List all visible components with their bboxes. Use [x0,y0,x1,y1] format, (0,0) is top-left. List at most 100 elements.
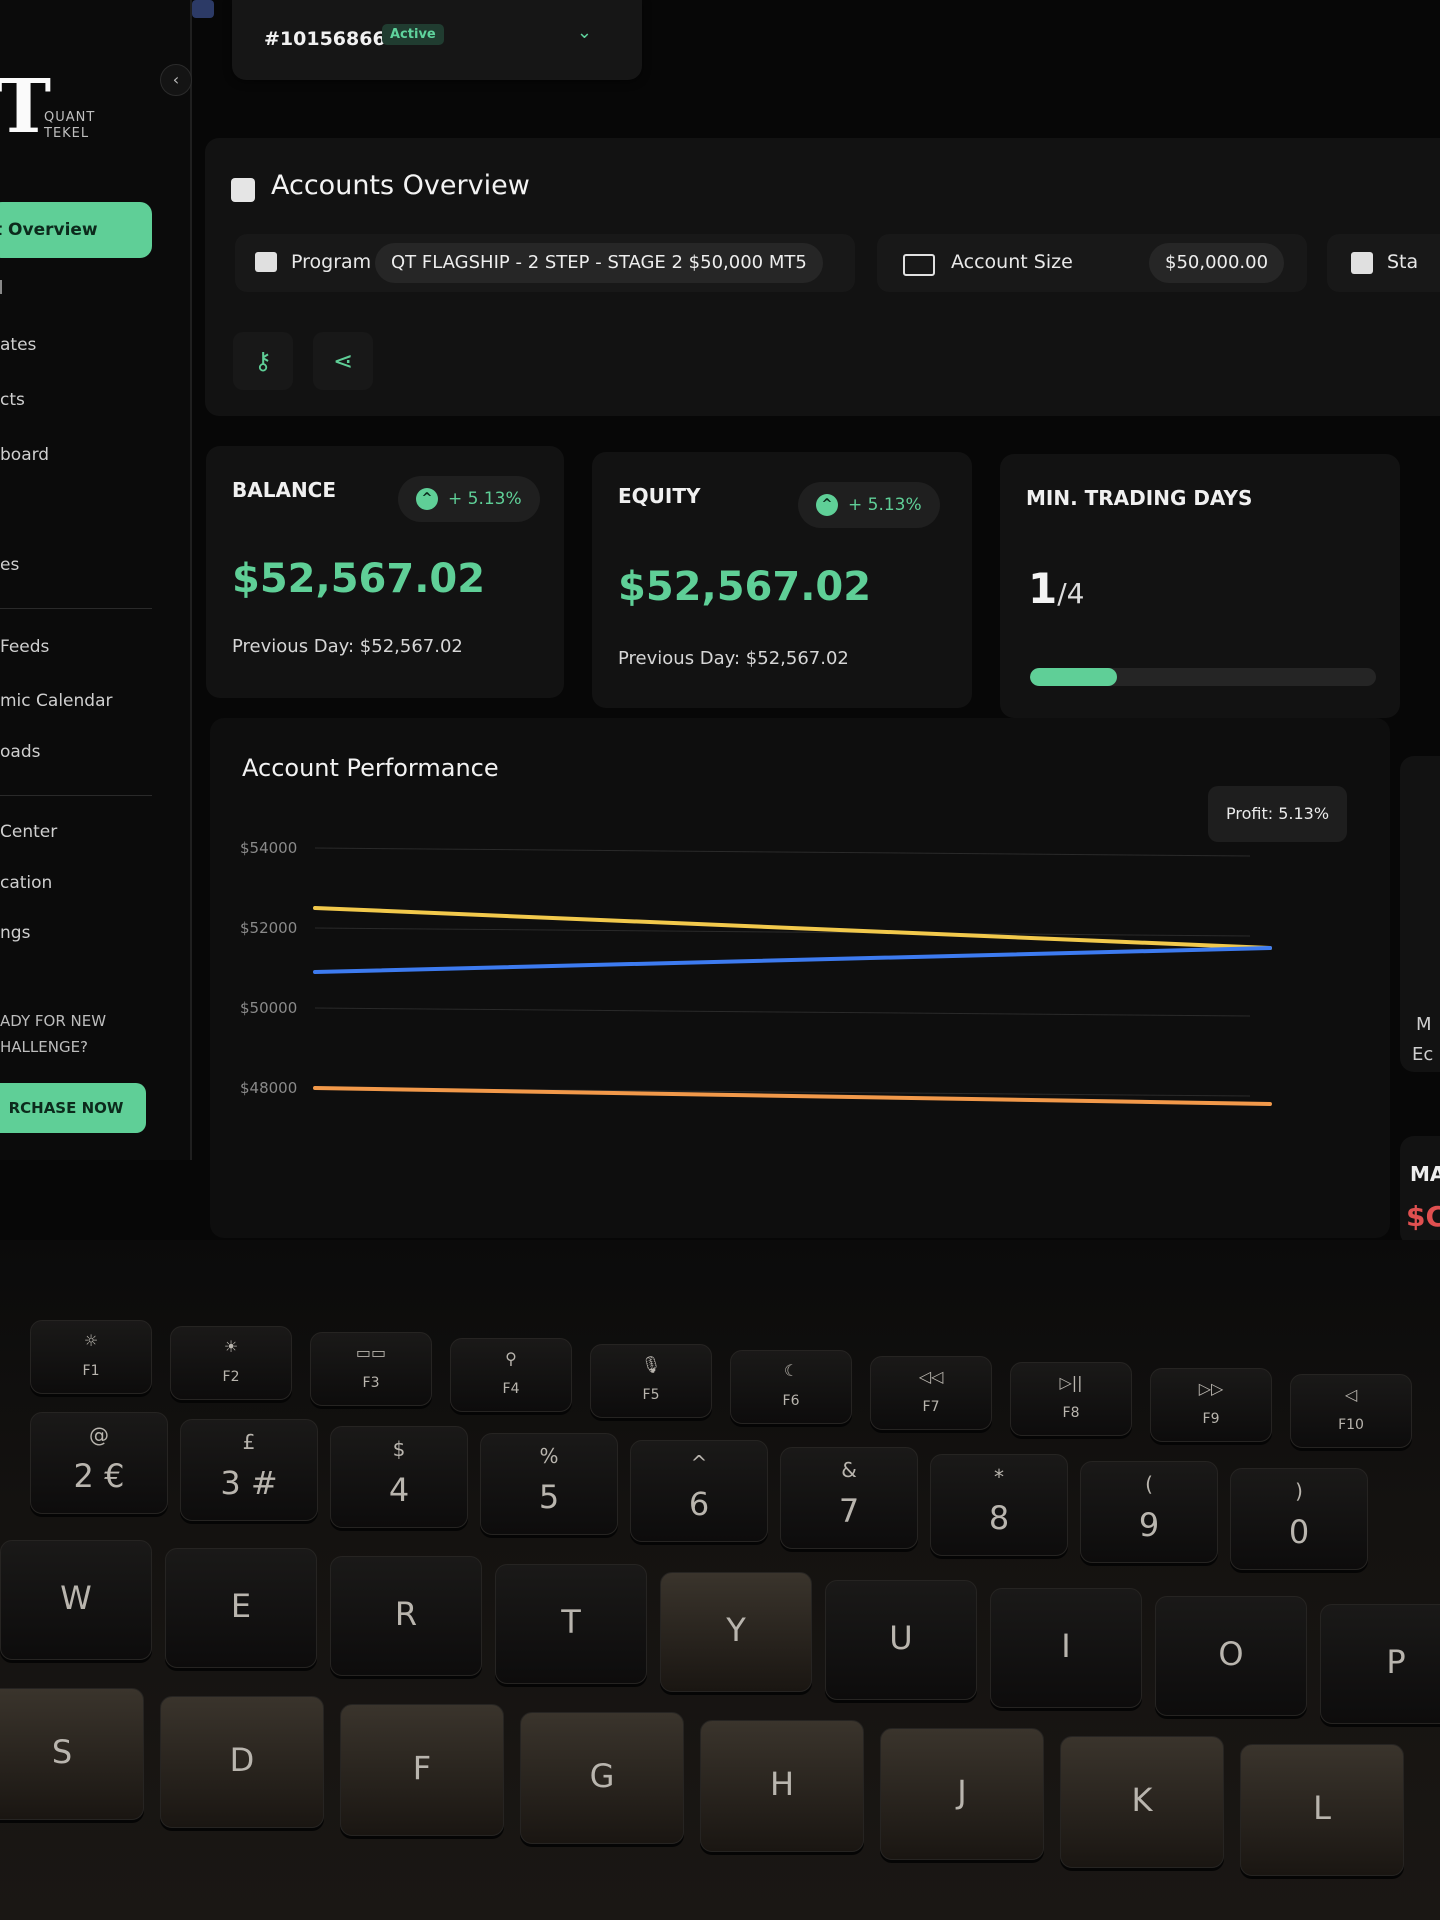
key-label: 0 [1288,1513,1310,1551]
purchase-now-button[interactable]: RCHASE NOW [0,1083,146,1133]
chevron-down-icon[interactable]: ⌄ [577,22,592,43]
status-badge: Active [382,24,444,45]
fkey-icon: ◁◁ [918,1367,944,1386]
key-label: 9 [1138,1506,1160,1544]
key-shift-label: ) [1295,1479,1303,1503]
min-trading-days-card: MIN. TRADING DAYS 1/4 [1000,454,1400,718]
collapse-sidebar-button[interactable]: ‹ [160,64,192,96]
right-card-label: M [1416,1014,1432,1035]
key-letter: D [160,1696,324,1828]
sidebar-item-news-feeds[interactable]: Feeds [0,637,49,657]
key-letter: S [0,1688,144,1820]
key-shift-label: & [841,1458,857,1482]
fkey-label: F10 [1338,1417,1364,1433]
key-label: 2 € [73,1457,125,1495]
key-label: U [889,1619,913,1657]
key-label: J [957,1773,967,1811]
key-number: & 7 [780,1447,918,1549]
sidebar-item-certificates[interactable]: ates [0,335,36,355]
right-partial-card: M Ec [1400,756,1440,1072]
key-shift-label: £ [242,1430,256,1454]
equity-title: EQUITY [618,484,701,508]
key-label: 7 [838,1492,860,1530]
briefcase-icon [255,252,277,272]
key-label: 4 [388,1471,410,1509]
sidebar-item-leaderboard[interactable]: board [0,445,49,465]
key-letter: H [700,1720,864,1852]
sidebar-divider [0,608,152,609]
profit-tooltip: Profit: 5.13% [1208,786,1348,842]
key-shift-label: % [539,1444,559,1468]
key-shift-label: ^ [690,1451,708,1475]
key-letter: E [165,1548,317,1668]
key-number: (9 [1080,1461,1218,1563]
fkey-label: F1 [82,1363,100,1379]
app-icon-5[interactable] [192,0,214,18]
sidebar-item-downloads[interactable]: oads [0,742,40,762]
program-label: Program [291,251,372,273]
chart-title: Account Performance [242,754,499,782]
key-number: ^ 6 [630,1440,768,1542]
key-label: G [589,1757,615,1795]
key-f9: ▷▷ F9 [1150,1368,1272,1442]
key-label: P [1386,1643,1406,1681]
key-letter: Y [660,1572,812,1692]
sidebar-item-rules[interactable]: es [0,555,19,575]
program-value: QT FLAGSHIP - 2 STEP - STAGE 2 $50,000 M… [375,243,823,283]
key-letter: P [1320,1604,1440,1724]
right-partial-card-2: MA $C [1400,1136,1440,1246]
trading-days-progress-fill [1030,668,1117,686]
sidebar-item-help-center[interactable]: Center [0,822,57,842]
y-tick-label: $54000 [240,839,297,857]
start-date-label: Sta [1387,251,1419,273]
key-label: T [561,1603,581,1641]
key-label: R [394,1595,418,1633]
key-label: O [1218,1635,1244,1673]
fkey-label: F8 [1062,1405,1080,1421]
account-selector[interactable]: #10156866 Active ⌄ [232,0,642,80]
arrow-up-icon: ^ [416,488,438,510]
key-letter: O [1155,1596,1307,1716]
fkey-icon: ▷▷ [1198,1379,1224,1398]
calendar-icon [1351,252,1373,274]
key-f8: ▷|| F8 [1010,1362,1132,1436]
fkey-label: F7 [922,1399,940,1415]
sidebar-item-products[interactable]: cts [0,390,25,410]
key-label: D [229,1741,255,1779]
fkey-icon: ☼ [83,1331,99,1350]
series-line-0 [313,906,1272,950]
fkey-icon: ▭▭ [355,1343,387,1362]
sidebar-item-account-overview[interactable]: t Overview [0,202,152,258]
equity-previous-day: Previous Day: $52,567.02 [618,648,849,669]
y-tick-label: $50000 [240,999,297,1017]
series-line-2 [313,1086,1272,1106]
fkey-icon: ▷|| [1059,1373,1083,1392]
equity-card: EQUITY ^ + 5.13% $52,567.02 Previous Day… [592,452,972,708]
sidebar-item-economic-calendar[interactable]: mic Calendar [0,691,112,711]
key-f5: 🎙 F5 [590,1344,712,1418]
fkey-label: F2 [222,1369,240,1385]
key-label: 3 # [220,1464,278,1502]
credit-card-icon [903,254,935,276]
key-letter: K [1060,1736,1224,1868]
fkey-icon: ⚲ [505,1349,517,1368]
logo-text: QUANT TEKEL [44,110,96,141]
key-number: $4 [330,1426,468,1528]
key-f6: ☾ F6 [730,1350,852,1424]
sidebar-divider [0,795,152,796]
sidebar-item-verification[interactable]: cation [0,873,52,893]
credentials-button[interactable]: ⚷ [233,332,293,390]
key-f7: ◁◁ F7 [870,1356,992,1430]
key-number: ) 0 [1230,1468,1368,1570]
share-button[interactable]: ⋖ [313,332,373,390]
sidebar-item-settings[interactable]: ngs [0,923,30,943]
accounts-overview-panel: Accounts Overview Program QT FLAGSHIP - … [205,138,1440,416]
key-shift-label: $ [392,1437,406,1461]
key-label: K [1131,1781,1153,1819]
key-letter: I [990,1588,1142,1708]
key-f2: ☀ F2 [170,1326,292,1400]
key-f10: ◁ F10 [1290,1374,1412,1448]
key-number: * 8 [930,1454,1068,1556]
key-number: % 5 [480,1433,618,1535]
page-title: Accounts Overview [271,170,530,201]
